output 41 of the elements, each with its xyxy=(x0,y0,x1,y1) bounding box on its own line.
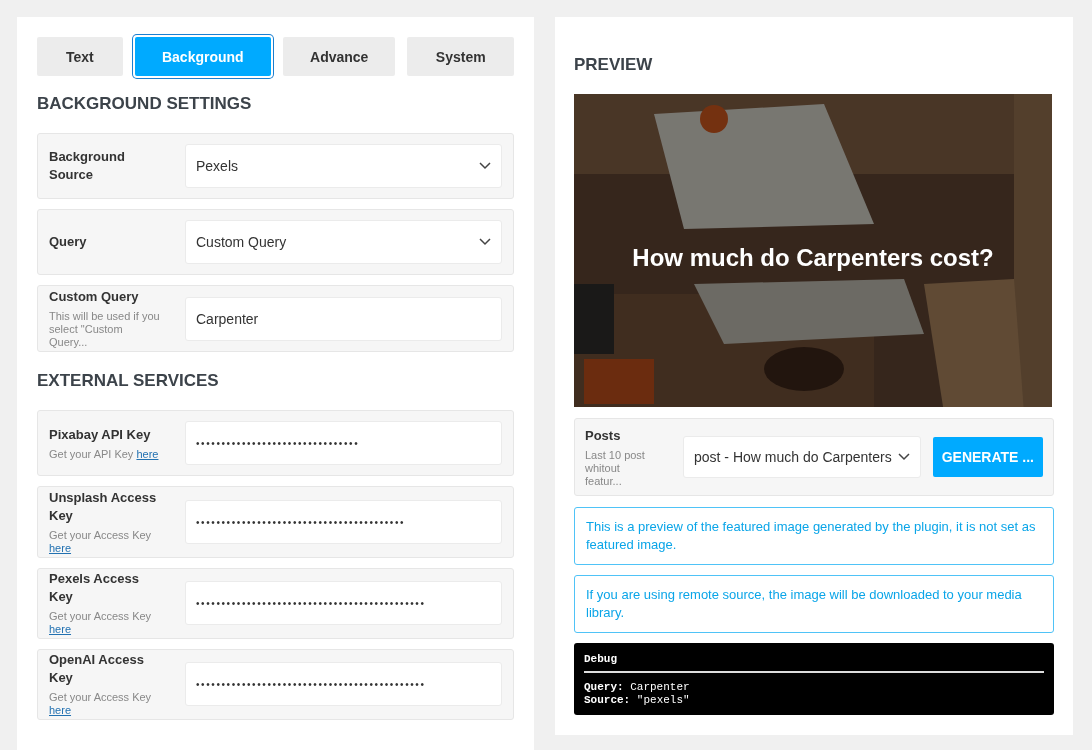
field-label: Pexels Access Key xyxy=(49,570,140,607)
field-label: Query xyxy=(49,233,88,251)
tab[interactable]: Text xyxy=(37,37,123,76)
select-field[interactable]: post - How much do Carpenters xyxy=(683,436,921,479)
info-note: This is a preview of the featured image generated by the plugin, it is not set as featured image. xyxy=(574,507,1054,565)
input-field[interactable]: Carpenter xyxy=(185,296,502,341)
password-field[interactable]: ••••••••••••••••••••••••••••••••••••••••••••• xyxy=(185,581,502,626)
field-label: Background Source xyxy=(49,148,126,184)
field-hint: Last 10 post whitout featur... xyxy=(585,448,646,488)
chevron-down-icon xyxy=(897,453,910,462)
debug-line: Source: "pexels" xyxy=(584,694,691,707)
here-link[interactable]: here xyxy=(136,447,159,460)
field-hint: Get your Access Key here xyxy=(49,610,153,637)
chevron-down-icon xyxy=(479,238,491,246)
select-field[interactable]: Custom Query xyxy=(185,220,502,264)
here-link[interactable]: here xyxy=(49,542,72,555)
select-field[interactable]: Pexels xyxy=(185,144,502,188)
info-note: If you are using remote source, the image will be downloaded to your media library. xyxy=(574,575,1054,633)
field-label: Custom Query xyxy=(49,288,140,307)
debug-line: Query: Carpenter xyxy=(584,681,691,694)
image-caption: How much do Carpenters cost? xyxy=(631,244,995,272)
password-field[interactable]: ••••••••••••••••••••••••••••••••••••••••••••• xyxy=(185,662,502,707)
field-hint: Get your Access Key here xyxy=(49,691,153,718)
tab[interactable]: Advance xyxy=(283,37,396,76)
password-field[interactable]: ••••••••••••••••••••••••••••••••••••••••• xyxy=(185,500,502,545)
field-label: Unsplash Access Key xyxy=(49,489,158,526)
here-link[interactable]: here xyxy=(49,623,72,636)
field-hint: Get your API Key here xyxy=(49,447,160,461)
field-hint: This will be used if you select "Custom Query... xyxy=(49,310,161,350)
chevron-down-icon xyxy=(479,162,491,170)
debug-title: Debug xyxy=(584,653,1044,673)
field-label: Pixabay API Key xyxy=(49,425,152,444)
field-label: OpenAI Access Key xyxy=(49,651,145,688)
section-heading: EXTERNAL SERVICES xyxy=(37,371,220,392)
field-label: Posts xyxy=(585,426,622,445)
password-field[interactable]: •••••••••••••••••••••••••••••••• xyxy=(185,421,502,466)
field-hint: Get your Access Key here xyxy=(49,529,153,556)
here-link[interactable]: here xyxy=(49,704,72,717)
preview-heading: PREVIEW xyxy=(574,55,654,75)
tab[interactable]: System xyxy=(407,37,514,76)
section-heading: BACKGROUND SETTINGS xyxy=(37,94,253,114)
